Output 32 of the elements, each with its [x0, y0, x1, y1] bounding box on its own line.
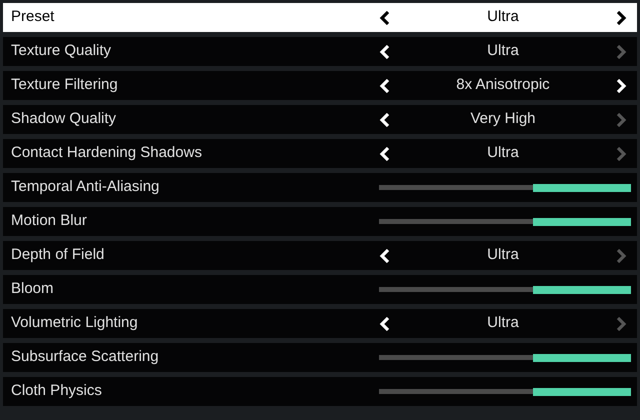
setting-value: Ultra: [486, 245, 520, 266]
setting-value: Ultra: [486, 143, 520, 164]
setting-value: Very High: [469, 109, 537, 130]
setting-value: 8x Anisotropic: [455, 75, 551, 96]
setting-label: Motion Blur: [10, 211, 88, 232]
setting-label: Depth of Field: [10, 245, 106, 266]
setting-label: Volumetric Lighting: [10, 313, 139, 334]
setting-row[interactable]: Motion Blur: [3, 207, 637, 236]
setting-label: Bloom: [10, 279, 55, 300]
setting-value: Ultra: [486, 41, 520, 62]
slider-track[interactable]: [379, 354, 631, 362]
setting-value: Ultra: [486, 313, 520, 334]
setting-label: Cloth Physics: [10, 381, 103, 402]
slider-track[interactable]: [379, 388, 631, 396]
slider-track[interactable]: [379, 218, 631, 226]
setting-label: Shadow Quality: [10, 109, 118, 130]
setting-label: Texture Filtering: [10, 75, 119, 96]
setting-label: Preset: [10, 7, 56, 28]
slider-track[interactable]: [379, 286, 631, 294]
slider-track[interactable]: [379, 184, 631, 192]
setting-label: Texture Quality: [10, 41, 112, 62]
setting-label: Subsurface Scattering: [10, 347, 160, 368]
setting-row[interactable]: Temporal Anti-Aliasing: [3, 173, 637, 202]
setting-label: Contact Hardening Shadows: [10, 143, 203, 164]
setting-value: Ultra: [486, 7, 520, 28]
setting-row[interactable]: Subsurface Scattering: [3, 343, 637, 372]
chevron-right-icon[interactable]: [615, 10, 627, 24]
setting-label: Temporal Anti-Aliasing: [10, 177, 160, 198]
setting-row[interactable]: Bloom: [3, 275, 637, 304]
setting-row[interactable]: Cloth Physics: [3, 377, 637, 406]
setting-row[interactable]: Preset Ultra: [3, 3, 637, 32]
chevron-left-icon[interactable]: [379, 10, 391, 24]
